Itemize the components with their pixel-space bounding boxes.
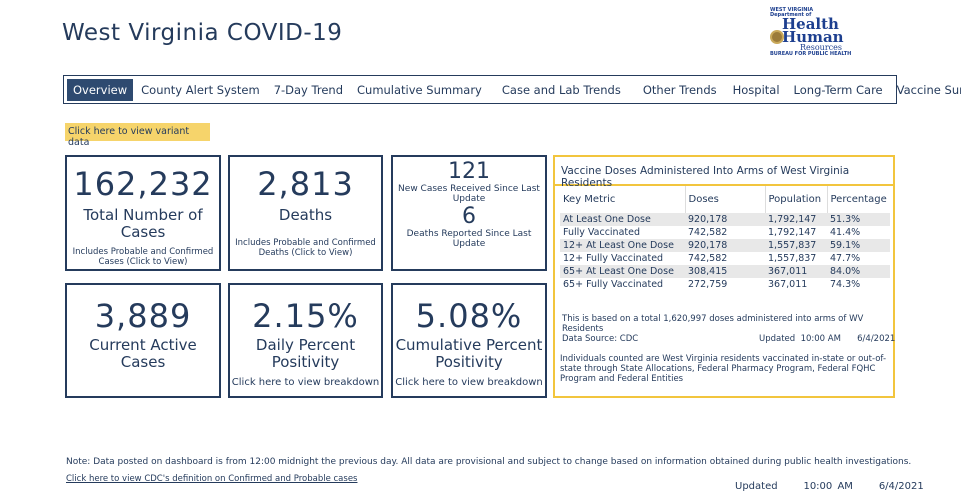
table-cell: 367,011	[768, 279, 808, 290]
tab-bar: Overview County Alert System 7-Day Trend…	[63, 75, 961, 104]
tab-long-term-care[interactable]: Long-Term Care	[788, 79, 889, 101]
table-cell: Fully Vaccinated	[563, 227, 640, 238]
deaths-label: Deaths	[278, 206, 333, 224]
daily-positivity-label: Daily Percent Positivity	[255, 336, 356, 371]
table-cell: 1,557,837	[768, 253, 817, 264]
new-cases-label: New Cases Received Since Last Update	[398, 184, 540, 204]
cumulative-positivity-label: Cumulative Percent Positivity	[395, 336, 543, 371]
deaths-value: 2,813	[257, 165, 354, 203]
table-cell: 12+ Fully Vaccinated	[563, 253, 664, 264]
table-cell: 367,011	[765, 265, 827, 278]
daily-positivity-value: 2.15%	[252, 297, 359, 335]
cumulative-positivity-card[interactable]: 5.08% Cumulative Percent Positivity Clic…	[391, 283, 547, 398]
tab-vaccine-summary[interactable]: Vaccine Summary	[891, 79, 961, 101]
table-cell: 12+ At Least One Dose	[560, 239, 685, 252]
table-cell: 84.0%	[827, 265, 890, 278]
deaths-card[interactable]: 2,813 Deaths Includes Probable and Confi…	[228, 155, 383, 271]
deaths-sub: Includes Probable and Confirmed Deaths (…	[235, 238, 376, 258]
total-cases-value: 162,232	[73, 165, 213, 203]
vaccine-note: Individuals counted are West Virginia re…	[560, 354, 887, 384]
vaccine-title: Vaccine Doses Administered Into Arms of …	[555, 157, 893, 189]
total-cases-card[interactable]: 162,232 Total Number of Cases Includes P…	[65, 155, 221, 271]
cumulative-positivity-value: 5.08%	[415, 297, 523, 335]
table-cell: 742,582	[688, 253, 728, 264]
daily-positivity-card[interactable]: 2.15% Daily Percent Positivity Click her…	[228, 283, 383, 398]
footer-updated: Updated 10:00 AM 6/4/2021	[735, 481, 924, 492]
tab-county-alert-system[interactable]: County Alert System	[135, 79, 266, 101]
table-cell: 47.7%	[830, 253, 861, 264]
active-cases-label: Current Active Cases	[89, 336, 197, 371]
table-cell: 74.3%	[830, 279, 861, 290]
table-cell: 1,792,147	[768, 227, 817, 238]
tab-overview[interactable]: Overview	[67, 78, 134, 101]
vaccine-updated: Updated 10:00 AM 6/4/2021	[759, 334, 896, 344]
table-row: Fully Vaccinated 742,582 1,792,147 41.4%	[560, 226, 890, 239]
daily-positivity-link[interactable]: Click here to view breakdown	[230, 377, 381, 388]
dhhr-logo: WEST VIRGINIA Department of Health Human…	[770, 8, 870, 60]
new-cases-value: 121	[448, 159, 490, 184]
col-population[interactable]: Population	[765, 186, 828, 213]
col-percentage[interactable]: Percentage	[827, 186, 890, 213]
table-cell: 308,415	[685, 265, 765, 278]
variant-data-button[interactable]: Click here to view variant data	[65, 123, 210, 148]
vaccine-table: Key Metric Doses Population Percentage A…	[560, 186, 890, 291]
table-cell: 65+ At Least One Dose	[560, 265, 685, 278]
tab-case-lab-trends[interactable]: Case and Lab Trends	[496, 79, 627, 101]
table-cell: 272,759	[688, 279, 728, 290]
col-doses[interactable]: Doses	[685, 186, 766, 213]
col-key-metric[interactable]: Key Metric	[560, 186, 686, 213]
table-row: 65+ Fully Vaccinated 272,759 367,011 74.3%	[560, 278, 890, 291]
tab-7-day-trend[interactable]: 7-Day Trend	[268, 79, 349, 101]
state-seal-icon	[770, 30, 784, 44]
table-cell: 920,178	[685, 213, 765, 226]
table-cell: 51.3%	[827, 213, 890, 226]
total-cases-sub: Includes Probable and Confirmed Cases (C…	[72, 247, 214, 267]
table-cell: 1,557,837	[765, 239, 827, 252]
table-cell: 59.1%	[827, 239, 890, 252]
tab-other-trends[interactable]: Other Trends	[637, 79, 723, 101]
table-cell: At Least One Dose	[560, 213, 685, 226]
vaccine-panel: Vaccine Doses Administered Into Arms of …	[553, 155, 895, 398]
data-source: Data Source: CDC	[562, 334, 639, 344]
table-cell: 65+ Fully Vaccinated	[563, 279, 664, 290]
logo-text: BUREAU FOR PUBLIC HEALTH	[770, 51, 852, 57]
page-title: West Virginia COVID-19	[62, 20, 343, 46]
tab-cumulative-summary[interactable]: Cumulative Summary	[351, 79, 488, 101]
footer-note: Note: Data posted on dashboard is from 1…	[66, 457, 912, 467]
table-row: At Least One Dose 920,178 1,792,147 51.3%	[560, 213, 890, 226]
new-deaths-value: 6	[462, 204, 476, 229]
table-row: 12+ At Least One Dose 920,178 1,557,837 59.…	[560, 239, 890, 252]
table-cell: 41.4%	[830, 227, 861, 238]
table-row: 65+ At Least One Dose 308,415 367,011 84.0%	[560, 265, 890, 278]
active-cases-value: 3,889	[94, 297, 192, 335]
table-cell: 742,582	[688, 227, 728, 238]
total-doses-text: This is based on a total 1,620,997 doses…	[562, 314, 864, 334]
active-cases-card: 3,889 Current Active Cases	[65, 283, 221, 398]
table-cell: 920,178	[685, 239, 765, 252]
total-cases-label: Total Number of Cases	[83, 206, 203, 241]
new-deaths-label: Deaths Reported Since Last Update	[406, 229, 532, 249]
cdc-definition-link[interactable]: Click here to view CDC's definition on C…	[66, 474, 357, 484]
table-cell: 1,792,147	[765, 213, 827, 226]
table-header: Key Metric Doses Population Percentage	[560, 186, 890, 213]
cumulative-positivity-link[interactable]: Click here to view breakdown	[393, 377, 545, 388]
tab-hospital[interactable]: Hospital	[727, 79, 786, 101]
new-cases-card: 121 New Cases Received Since Last Update…	[391, 155, 547, 271]
table-row: 12+ Fully Vaccinated 742,582 1,557,837 47.7…	[560, 252, 890, 265]
